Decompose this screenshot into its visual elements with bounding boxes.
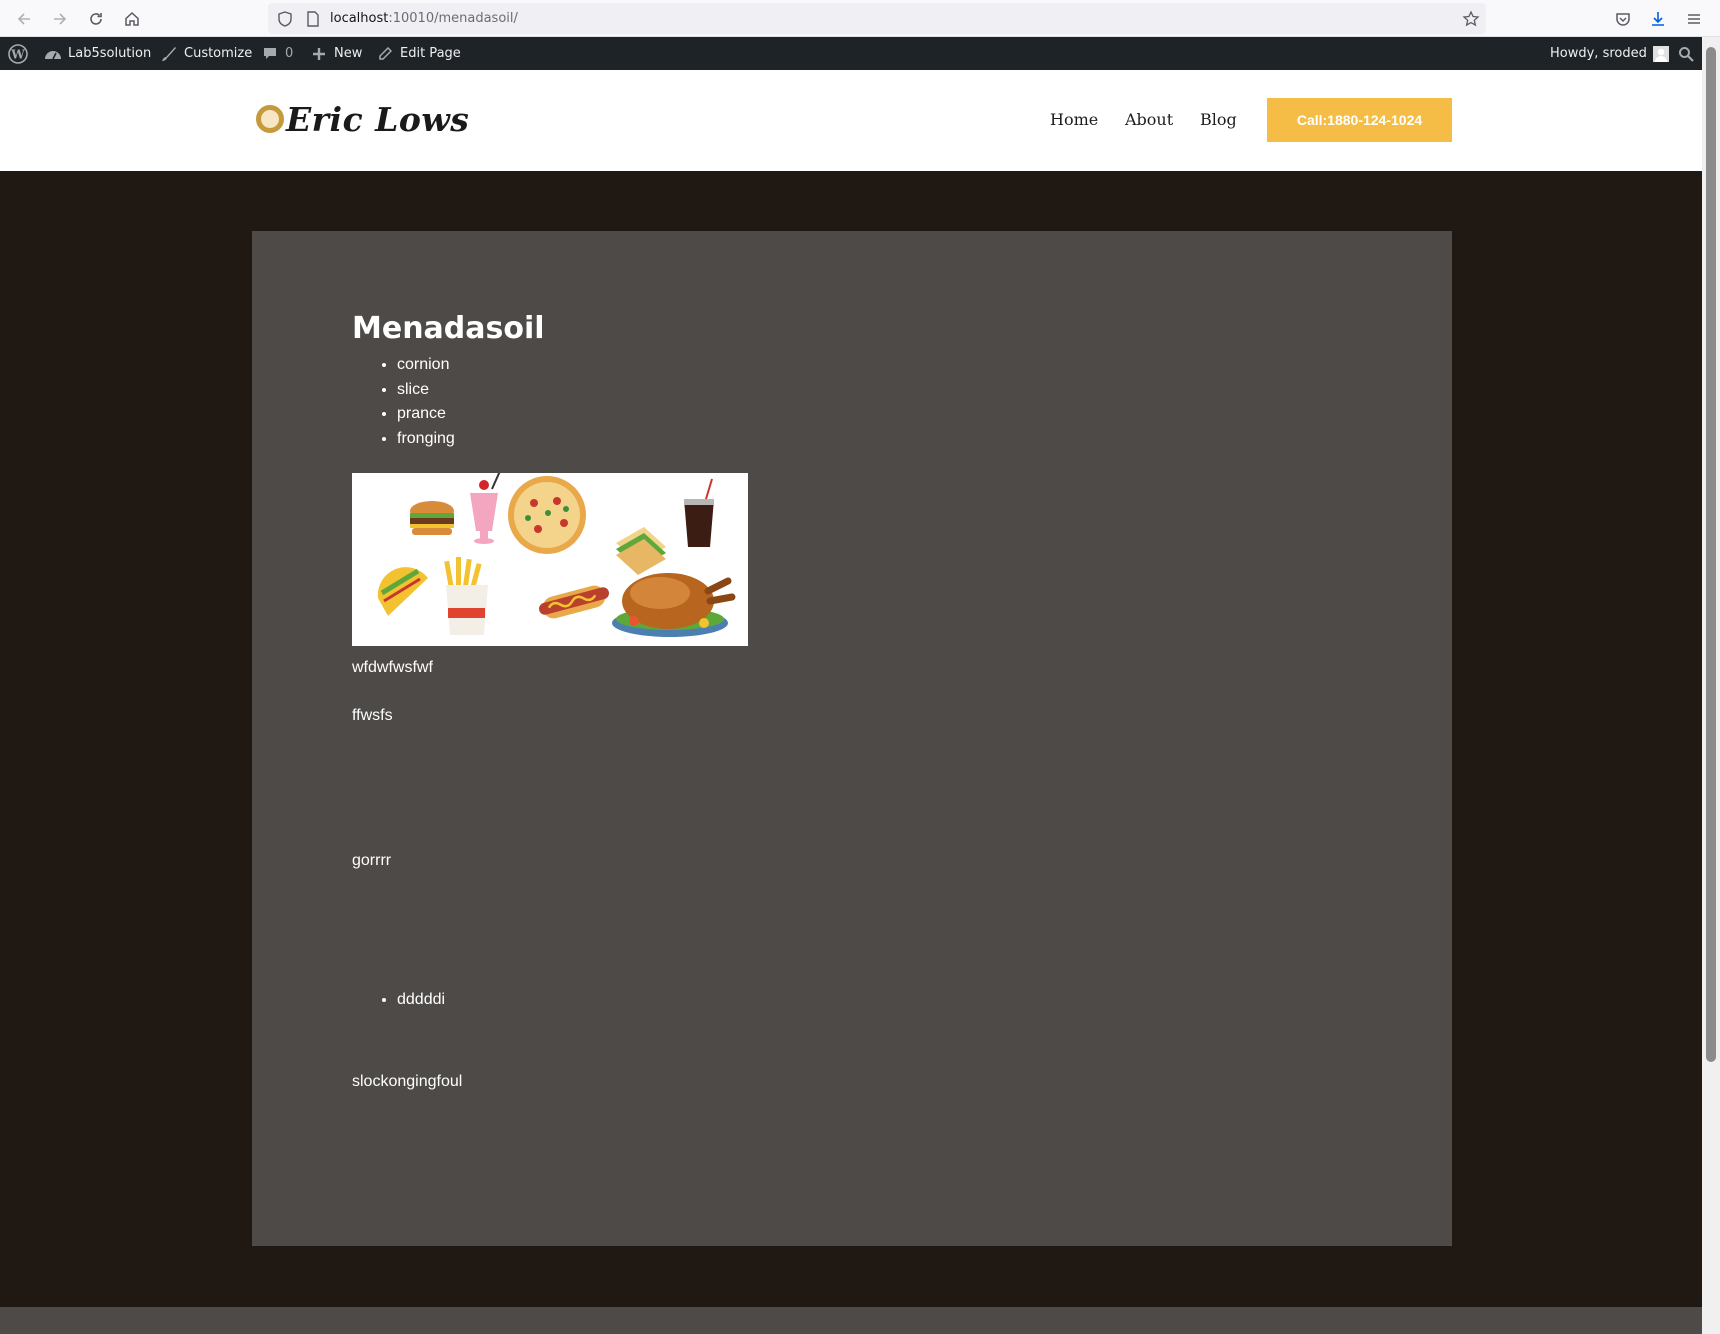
- call-button[interactable]: Call:1880-124-1024: [1267, 98, 1452, 142]
- nav-blog[interactable]: Blog: [1200, 110, 1237, 129]
- edit-page-link[interactable]: Edit Page: [376, 37, 461, 70]
- site-logo[interactable]: Eric Lows: [256, 96, 469, 142]
- paragraph-3: gorrrr: [352, 852, 392, 869]
- site-name-link[interactable]: Lab5solution: [44, 37, 151, 70]
- food-image: [352, 473, 748, 646]
- customize-link[interactable]: Customize: [160, 37, 252, 70]
- list-item: dddddi: [397, 988, 445, 1013]
- home-icon[interactable]: [119, 6, 145, 32]
- my-account-link[interactable]: Howdy, sroded: [1550, 37, 1669, 70]
- nav-home[interactable]: Home: [1050, 110, 1098, 129]
- comments-count: 0: [285, 46, 294, 61]
- pizza-icon: [508, 476, 586, 554]
- page-scrollbar[interactable]: [1702, 37, 1720, 1334]
- new-label: New: [334, 46, 363, 61]
- paragraph-2: ffwsfs: [352, 707, 393, 724]
- new-content-link[interactable]: New: [310, 37, 362, 70]
- secondary-list: dddddi: [397, 988, 445, 1013]
- site-name-label: Lab5solution: [68, 46, 152, 61]
- plus-icon: [310, 45, 328, 63]
- list-item: cornion: [397, 353, 455, 378]
- comments-link[interactable]: 0: [261, 37, 293, 70]
- reload-icon[interactable]: [83, 6, 109, 32]
- nav-about[interactable]: About: [1125, 110, 1173, 129]
- menu-icon[interactable]: [1681, 6, 1707, 32]
- paragraph-1: wfdwfwsfwf: [352, 659, 433, 676]
- svg-text:W: W: [10, 47, 25, 61]
- list-item: slice: [397, 378, 455, 403]
- back-icon[interactable]: [11, 6, 37, 32]
- pencil-icon: [376, 45, 394, 63]
- content-card: Menadasoil cornion slice prance fronging: [252, 231, 1452, 1246]
- bookmark-star-icon[interactable]: [1462, 10, 1480, 28]
- search-icon[interactable]: [1678, 37, 1694, 70]
- wp-admin-bar: W Lab5solution Customize 0 New Edit Page…: [0, 37, 1720, 70]
- paragraph-4: slockongingfoul: [352, 1073, 463, 1090]
- wordpress-logo-icon[interactable]: W: [8, 37, 28, 70]
- logo-mark-icon: [256, 105, 284, 133]
- address-bar[interactable]: localhost:10010/menadasoil/: [268, 3, 1486, 34]
- edit-page-label: Edit Page: [400, 46, 461, 61]
- url-text: localhost:10010/menadasoil/: [330, 11, 518, 26]
- burger-icon: [410, 501, 454, 535]
- milkshake-icon: [470, 473, 501, 544]
- pocket-icon[interactable]: [1610, 6, 1636, 32]
- scrollbar-thumb[interactable]: [1706, 47, 1716, 1062]
- forward-icon[interactable]: [47, 6, 73, 32]
- site-header: Eric Lows Home About Blog Call:1880-124-…: [0, 70, 1702, 171]
- soda-icon: [684, 478, 714, 547]
- roast-turkey-icon: [612, 573, 736, 637]
- page-title: Menadasoil: [352, 311, 545, 346]
- howdy-label: Howdy, sroded: [1550, 46, 1647, 61]
- sandwich-icon: [616, 527, 666, 575]
- comment-icon: [261, 45, 279, 63]
- download-icon[interactable]: [1645, 6, 1671, 32]
- ingredients-list: cornion slice prance fronging: [397, 353, 455, 451]
- fries-icon: [444, 557, 488, 635]
- page-icon: [307, 11, 319, 27]
- logo-text: Eric Lows: [286, 99, 470, 139]
- list-item: fronging: [397, 427, 455, 452]
- shield-icon[interactable]: [276, 10, 294, 28]
- list-item: prance: [397, 402, 455, 427]
- dashboard-icon: [44, 45, 62, 63]
- brush-icon: [160, 45, 178, 63]
- avatar: [1652, 45, 1669, 62]
- customize-label: Customize: [184, 46, 253, 61]
- hotdog-icon: [539, 585, 609, 619]
- browser-toolbar: localhost:10010/menadasoil/: [0, 0, 1720, 37]
- food-illustration: [377, 473, 736, 637]
- taco-icon: [377, 567, 428, 616]
- footer: [0, 1307, 1702, 1334]
